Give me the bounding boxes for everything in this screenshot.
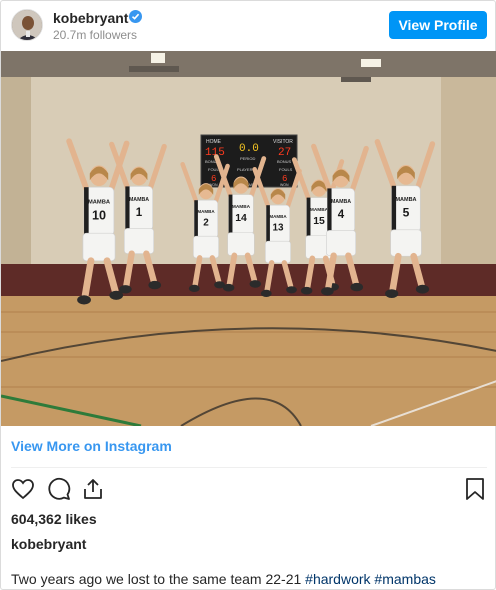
post-owner[interactable]: kobebryant (11, 536, 86, 552)
follower-count: 20.7m followers (53, 28, 138, 42)
jersey-number: 4 (338, 209, 345, 221)
svg-text:0.0: 0.0 (239, 143, 259, 155)
jersey-team: MAMBA (129, 197, 149, 203)
svg-text:BONUS: BONUS (277, 159, 292, 164)
caption-text: Two years ago we lost to the same team 2… (11, 571, 306, 587)
caption: Two years ago we lost to the same team 2… (11, 571, 436, 587)
svg-text:FOULS: FOULS (279, 167, 293, 172)
like-count[interactable]: 604,362 likes (11, 511, 97, 527)
jersey-number: 5 (403, 206, 410, 220)
jersey-number: 10 (92, 208, 106, 222)
jersey-team: MAMBA (331, 199, 351, 205)
divider (11, 467, 487, 468)
jersey-number: 1 (136, 207, 143, 219)
jersey-team: MAMBA (197, 209, 215, 214)
share-icon[interactable] (81, 477, 105, 506)
hashtag-link[interactable]: #hardwork (305, 571, 370, 587)
svg-text:PLAYER: PLAYER (237, 167, 253, 172)
jersey-team: MAMBA (395, 197, 416, 203)
jersey-team: MAMBA (269, 214, 287, 219)
jersey-team: MAMBA (88, 199, 110, 205)
heart-icon[interactable] (11, 477, 35, 506)
jersey-team: MAMBA (310, 207, 329, 213)
action-bar (1, 475, 496, 505)
bookmark-icon[interactable] (464, 477, 486, 506)
hashtag-link[interactable]: #mambas (374, 571, 435, 587)
svg-text:PERIOD: PERIOD (240, 156, 255, 161)
post-photo[interactable]: HOME VISITOR 115 0.0 27 PERIOD BONUS BON… (1, 51, 496, 426)
post-header: kobebryant 20.7m followers View Profile (1, 1, 496, 51)
verified-badge-icon (129, 10, 142, 23)
jersey-number: 14 (235, 213, 247, 224)
svg-text:VISITOR: VISITOR (273, 139, 293, 145)
view-profile-button[interactable]: View Profile (389, 11, 487, 39)
jersey-number: 15 (313, 216, 325, 227)
jersey-number: 13 (272, 222, 284, 233)
avatar[interactable] (11, 9, 43, 41)
comment-icon[interactable] (47, 477, 71, 506)
jersey-number: 2 (203, 217, 209, 228)
svg-text:HOME: HOME (206, 139, 222, 145)
svg-text:WON: WON (280, 183, 289, 187)
svg-text:27: 27 (278, 147, 291, 159)
username[interactable]: kobebryant (53, 10, 128, 26)
instagram-embed: kobebryant 20.7m followers View Profile (0, 0, 496, 590)
view-more-link[interactable]: View More on Instagram (11, 438, 172, 454)
jersey-team: MAMBA (232, 204, 251, 210)
